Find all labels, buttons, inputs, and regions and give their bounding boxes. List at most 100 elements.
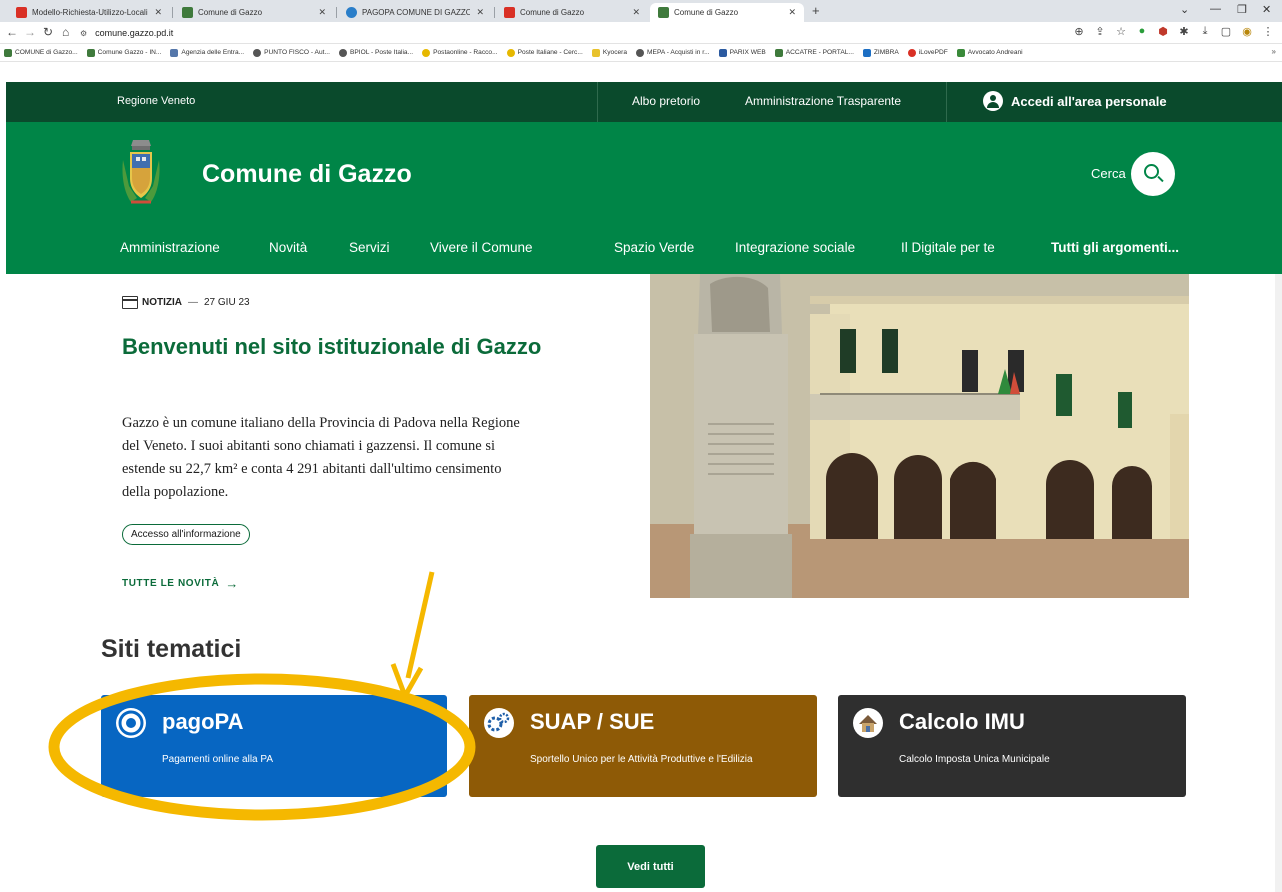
close-icon[interactable]: ✕ xyxy=(154,7,162,18)
browser-tab-4[interactable]: Comune di Gazzo ✕ xyxy=(496,3,648,22)
address-bar-row: ← → ↻ ⌂ ⚙ comune.gazzo.pd.it ⊕ ⇪ ☆ ● ⬢ ✱… xyxy=(0,22,1282,44)
bookmark-label: MEPA - Acquisti in r... xyxy=(647,49,710,56)
bookmark-favicon-icon xyxy=(506,48,515,57)
region-link[interactable]: Regione Veneto xyxy=(117,95,195,107)
site-icon xyxy=(504,7,515,18)
main-navigation: Amministrazione Novità Servizi Vivere il… xyxy=(6,228,1282,274)
extension-green-icon[interactable]: ● xyxy=(1136,25,1148,38)
extensions-puzzle-icon[interactable]: ✱ xyxy=(1178,25,1190,38)
tab-search-icon[interactable]: ⌄ xyxy=(1180,3,1189,16)
card-description: Pagamenti online alla PA xyxy=(162,754,273,765)
url-text: comune.gazzo.pd.it xyxy=(95,28,174,38)
news-category: NOTIZIA xyxy=(142,297,182,308)
toolbar-icons: ⊕ ⇪ ☆ ● ⬢ ✱ ⤓ ▢ ◉ ⋮ xyxy=(1073,25,1274,38)
new-tab-icon[interactable]: + xyxy=(812,3,820,18)
crest-icon xyxy=(182,7,193,18)
close-icon[interactable]: ✕ xyxy=(632,7,640,18)
bookmark-item[interactable]: ZIMBRA xyxy=(862,48,899,57)
header-center: Comune di Gazzo Cerca xyxy=(6,122,1282,228)
topic-chip[interactable]: Accesso all'informazione xyxy=(122,524,250,545)
restore-icon[interactable]: ❐ xyxy=(1237,3,1247,16)
nav-il-digitale-per-te[interactable]: Il Digitale per te xyxy=(901,240,995,255)
profile-avatar-icon[interactable]: ◉ xyxy=(1241,25,1253,38)
bookmark-item[interactable]: PUNTO FISCO - Aut... xyxy=(253,48,330,57)
bookmark-item[interactable]: iLovePDF xyxy=(907,48,948,57)
browser-tab-1[interactable]: Modello-Richiesta-Utilizzo-Locali ✕ xyxy=(8,3,170,22)
close-icon[interactable]: ✕ xyxy=(318,7,326,18)
bookmark-item[interactable]: Agenzia delle Entra... xyxy=(170,48,244,57)
pagopa-logo-icon xyxy=(116,708,146,738)
bookmark-label: COMUNE di Gazzo... xyxy=(15,49,78,56)
site-info-icon[interactable]: ⚙ xyxy=(80,29,87,38)
login-button[interactable]: Accedi all'area personale xyxy=(983,91,1167,111)
news-meta: NOTIZIA — 27 GIU 23 xyxy=(122,296,250,309)
browser-tab-5-active[interactable]: Comune di Gazzo ✕ xyxy=(650,3,804,22)
bookmark-item[interactable]: PARIX WEB xyxy=(718,48,766,57)
window-close-icon[interactable]: ✕ xyxy=(1262,3,1271,16)
nav-novita[interactable]: Novità xyxy=(269,240,307,255)
share-icon[interactable]: ⇪ xyxy=(1094,25,1106,38)
bookmark-star-icon[interactable]: ☆ xyxy=(1115,25,1127,38)
close-icon[interactable]: ✕ xyxy=(476,7,484,18)
nav-servizi[interactable]: Servizi xyxy=(349,240,390,255)
card-suap-sue[interactable]: SUAP / SUE Sportello Unico per le Attivi… xyxy=(469,695,817,797)
browser-tab-2[interactable]: Comune di Gazzo ✕ xyxy=(174,3,334,22)
menu-kebab-icon[interactable]: ⋮ xyxy=(1262,25,1274,38)
amministrazione-trasparente-link[interactable]: Amministrazione Trasparente xyxy=(745,94,901,108)
card-title: Calcolo IMU xyxy=(899,709,1025,734)
bookmark-label: Avvocato Andreani xyxy=(967,49,1023,56)
card-pagopa[interactable]: pagoPA Pagamenti online alla PA xyxy=(101,695,447,797)
nav-integrazione-sociale[interactable]: Integrazione sociale xyxy=(735,240,855,255)
bookmark-item[interactable]: Comune Gazzo - IN... xyxy=(86,48,161,57)
hero-title[interactable]: Benvenuti nel sito istituzionale di Gazz… xyxy=(122,332,542,362)
card-description: Calcolo Imposta Unica Municipale xyxy=(899,754,1050,765)
card-title: SUAP / SUE xyxy=(530,709,655,734)
meta-separator: — xyxy=(188,297,198,308)
reload-icon[interactable]: ↻ xyxy=(43,25,53,39)
nav-tutti-gli-argomenti[interactable]: Tutti gli argomenti... xyxy=(1051,240,1179,255)
municipal-crest-icon[interactable] xyxy=(121,138,161,210)
bookmark-item[interactable]: Avvocato Andreani xyxy=(956,48,1023,57)
download-icon[interactable]: ⤓ xyxy=(1199,25,1211,38)
arrow-right-icon: → xyxy=(225,576,239,591)
albo-pretorio-link[interactable]: Albo pretorio xyxy=(632,94,700,108)
back-icon[interactable]: ← xyxy=(6,25,18,39)
search-button[interactable] xyxy=(1131,152,1175,196)
browser-tab-bar: Modello-Richiesta-Utilizzo-Locali ✕ Comu… xyxy=(0,0,1282,22)
bookmark-item[interactable]: Poste Italiane - Cerc... xyxy=(506,48,583,57)
extension-shield-icon[interactable]: ⬢ xyxy=(1157,25,1169,38)
bookmark-item[interactable]: ACCATRE - PORTAL... xyxy=(774,48,854,57)
nav-spazio-verde[interactable]: Spazio Verde xyxy=(614,240,694,255)
bookmark-item[interactable]: BPIOL - Poste Italia... xyxy=(338,48,413,57)
tab-label: PAGOPA COMUNE DI GAZZO xyxy=(362,8,471,17)
card-calcolo-imu[interactable]: Calcolo IMU Calcolo Imposta Unica Munici… xyxy=(838,695,1186,797)
sidepanel-icon[interactable]: ▢ xyxy=(1220,25,1232,38)
bookmarks-overflow-icon[interactable]: » xyxy=(1272,47,1276,56)
calendar-icon xyxy=(122,296,138,309)
zoom-icon[interactable]: ⊕ xyxy=(1073,25,1085,38)
nav-vivere-il-comune[interactable]: Vivere il Comune xyxy=(430,240,533,255)
news-date: 27 GIU 23 xyxy=(204,297,250,308)
bookmark-label: iLovePDF xyxy=(918,49,948,56)
minimize-icon[interactable]: — xyxy=(1210,3,1221,15)
bookmark-item[interactable]: Postaonline - Racco... xyxy=(422,48,498,57)
url-field[interactable]: ⚙ comune.gazzo.pd.it xyxy=(80,24,960,42)
browser-tab-3[interactable]: PAGOPA COMUNE DI GAZZO ✕ xyxy=(338,3,492,22)
bookmark-favicon-icon xyxy=(718,48,727,57)
bookmark-favicon-icon xyxy=(253,48,262,57)
bookmark-favicon-icon xyxy=(338,48,347,57)
close-icon[interactable]: ✕ xyxy=(788,7,796,18)
nav-amministrazione[interactable]: Amministrazione xyxy=(120,240,220,255)
site-brand-title[interactable]: Comune di Gazzo xyxy=(202,160,412,189)
forward-icon[interactable]: → xyxy=(24,25,36,39)
bookmark-label: ZIMBRA xyxy=(873,49,899,56)
all-news-link[interactable]: TUTTE LE NOVITÀ → xyxy=(122,576,239,591)
bookmark-item[interactable]: COMUNE di Gazzo... xyxy=(4,48,78,57)
bookmark-item[interactable]: MEPA - Acquisti in r... xyxy=(636,48,710,57)
section-title-siti-tematici: Siti tematici xyxy=(101,635,242,663)
bookmark-item[interactable]: Kyocera xyxy=(591,48,627,57)
bookmark-favicon-icon xyxy=(774,48,783,57)
view-all-button[interactable]: Vedi tutti xyxy=(596,845,705,888)
home-icon[interactable]: ⌂ xyxy=(62,25,69,39)
pointer-arrow-shaft xyxy=(405,571,435,679)
